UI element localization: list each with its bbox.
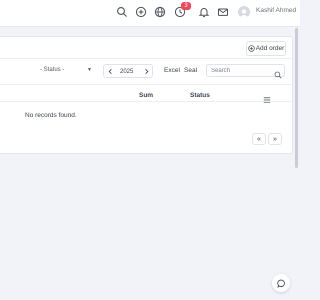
status-filter-select[interactable]: - Status - ▼ xyxy=(37,64,95,76)
user-name[interactable]: Kashif Ahmed xyxy=(256,7,296,14)
add-order-button[interactable]: Add order xyxy=(246,41,286,56)
chevron-down-icon: ▼ xyxy=(87,67,92,73)
plus-circle-icon[interactable] xyxy=(135,6,147,18)
chat-icon xyxy=(276,279,285,288)
divider xyxy=(0,101,292,102)
divider xyxy=(0,84,292,85)
prev-page-button[interactable]: « xyxy=(252,133,266,145)
next-page-button[interactable]: » xyxy=(268,133,282,145)
column-header-status[interactable]: Status xyxy=(190,92,210,99)
chevron-right-icon[interactable] xyxy=(142,67,150,75)
globe-icon[interactable] xyxy=(154,6,166,18)
plus-circle-icon xyxy=(248,45,255,52)
chat-button[interactable] xyxy=(272,274,290,292)
notification-badge: 3 xyxy=(181,2,191,10)
year-picker: 2025 xyxy=(103,64,153,78)
seal-button[interactable]: Seal xyxy=(184,67,197,74)
export-excel-button[interactable]: Excel xyxy=(164,67,180,74)
year-value: 2025 xyxy=(120,69,134,75)
avatar[interactable] xyxy=(238,6,250,18)
scrollbar[interactable] xyxy=(295,28,298,168)
columns-icon[interactable] xyxy=(263,91,271,103)
mail-icon[interactable] xyxy=(217,6,229,18)
bell-icon[interactable] xyxy=(198,6,210,18)
status-filter-value: - Status - xyxy=(40,67,65,73)
chevron-left-icon[interactable] xyxy=(106,67,114,75)
clock-icon[interactable]: 3 xyxy=(174,2,191,18)
column-header-sum[interactable]: Sum xyxy=(139,92,153,99)
search-icon[interactable] xyxy=(274,66,282,79)
add-order-label: Add order xyxy=(255,45,285,52)
empty-state-message: No records found. xyxy=(25,112,77,119)
divider xyxy=(0,58,292,59)
search-icon[interactable] xyxy=(116,6,128,18)
top-bar: 3 Kashif Ahmed xyxy=(0,0,300,27)
